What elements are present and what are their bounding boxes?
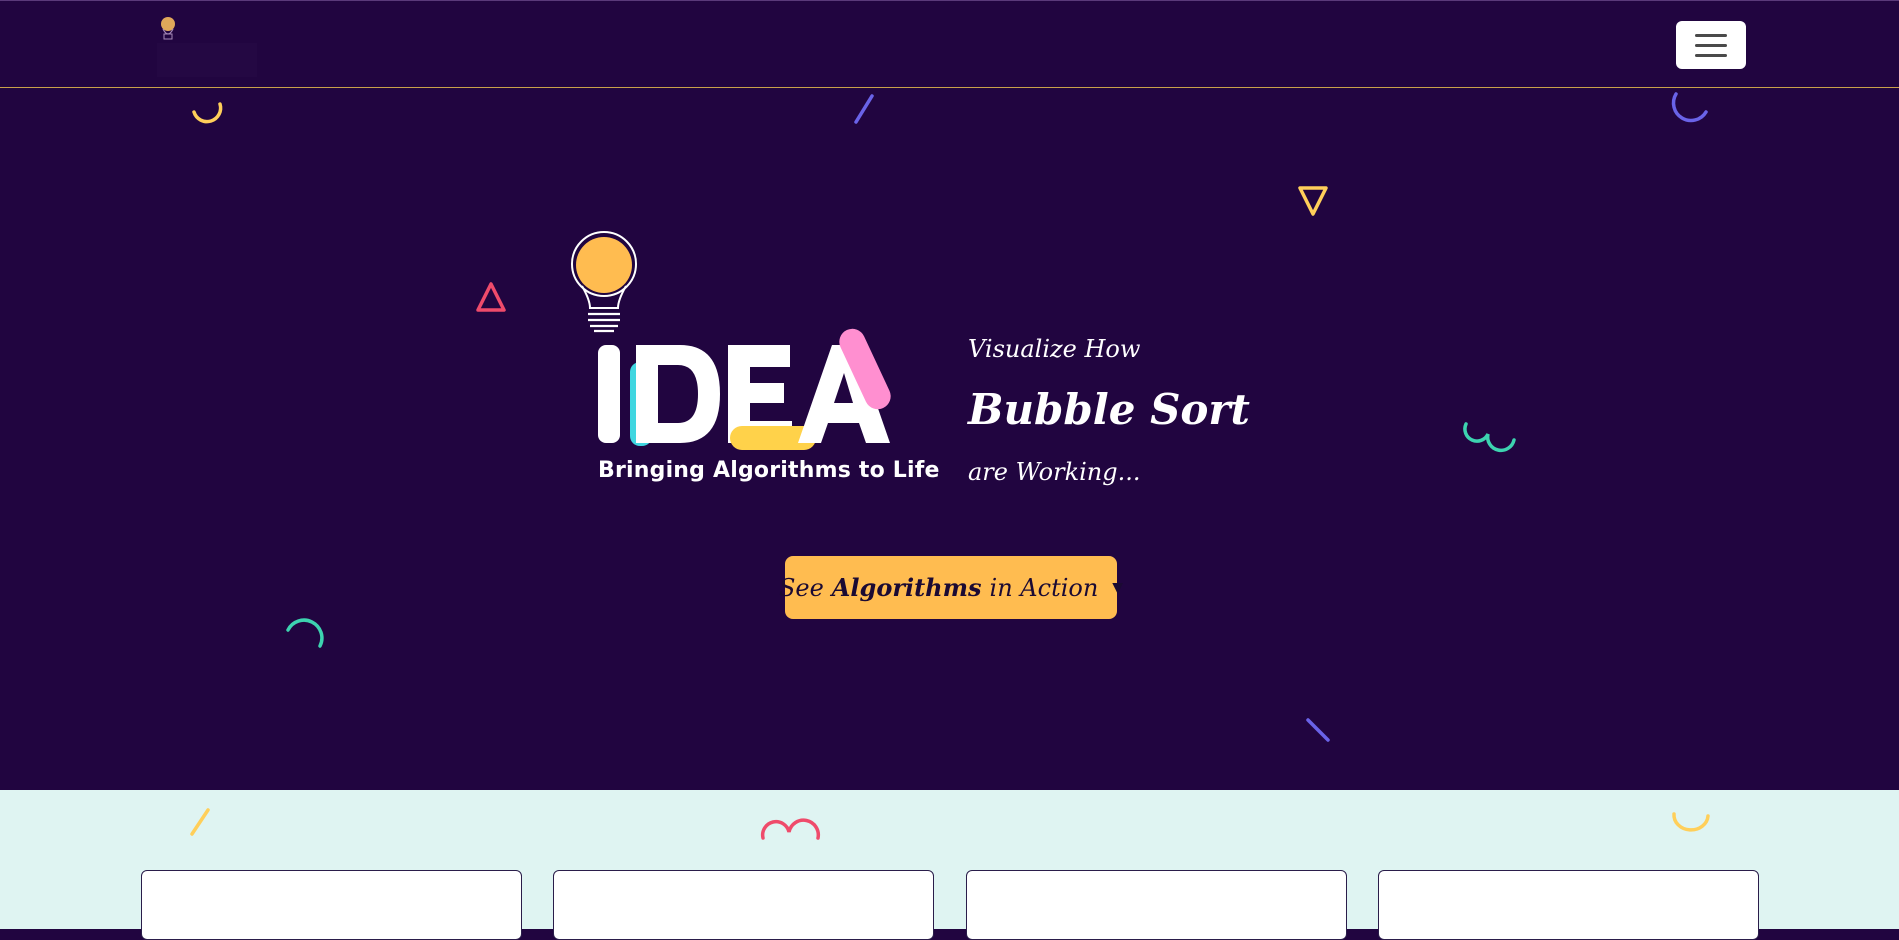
lightbulb-logo-icon[interactable] (157, 13, 257, 77)
cta-suffix: in Action (989, 573, 1099, 602)
wave-decoration-icon (1463, 422, 1516, 453)
hamburger-menu-icon (1695, 33, 1727, 37)
line-decoration-icon (854, 94, 874, 124)
cta-bold: Algorithms (831, 573, 982, 602)
hamburger-line (1695, 43, 1727, 47)
algorithm-card[interactable] (553, 870, 934, 940)
algorithm-card[interactable] (141, 870, 522, 940)
lightbulb-icon (571, 231, 891, 450)
arc-decoration-icon (286, 618, 324, 648)
wave-decoration-icon (760, 818, 821, 840)
triangle-down-decoration-icon (1298, 186, 1328, 216)
algorithm-card[interactable] (1378, 870, 1759, 940)
chevron-down-icon: ▼ (1112, 579, 1124, 596)
navbar (0, 0, 1899, 88)
idea-logo (570, 230, 920, 490)
cta-prefix: See (778, 573, 824, 602)
line-decoration-icon (1306, 718, 1330, 742)
arc-decoration-icon (192, 102, 223, 124)
see-algorithms-button[interactable]: See Algorithms in Action ▼ (779, 556, 1123, 619)
headline-line-3: are Working... (968, 458, 1141, 486)
arc-decoration-icon (1672, 812, 1710, 832)
headline-algorithm-name: Bubble Sort (968, 385, 1250, 434)
arc-decoration-icon (1671, 92, 1708, 123)
algorithm-card[interactable] (966, 870, 1347, 940)
hamburger-menu-button[interactable] (1676, 21, 1746, 69)
logo-tagline: Bringing Algorithms to Life (598, 458, 940, 483)
line-decoration-icon (190, 808, 210, 836)
hero-section (0, 88, 1899, 790)
hamburger-line (1695, 53, 1727, 57)
headline-line-1: Visualize How (968, 335, 1141, 363)
triangle-up-decoration-icon (476, 282, 506, 312)
